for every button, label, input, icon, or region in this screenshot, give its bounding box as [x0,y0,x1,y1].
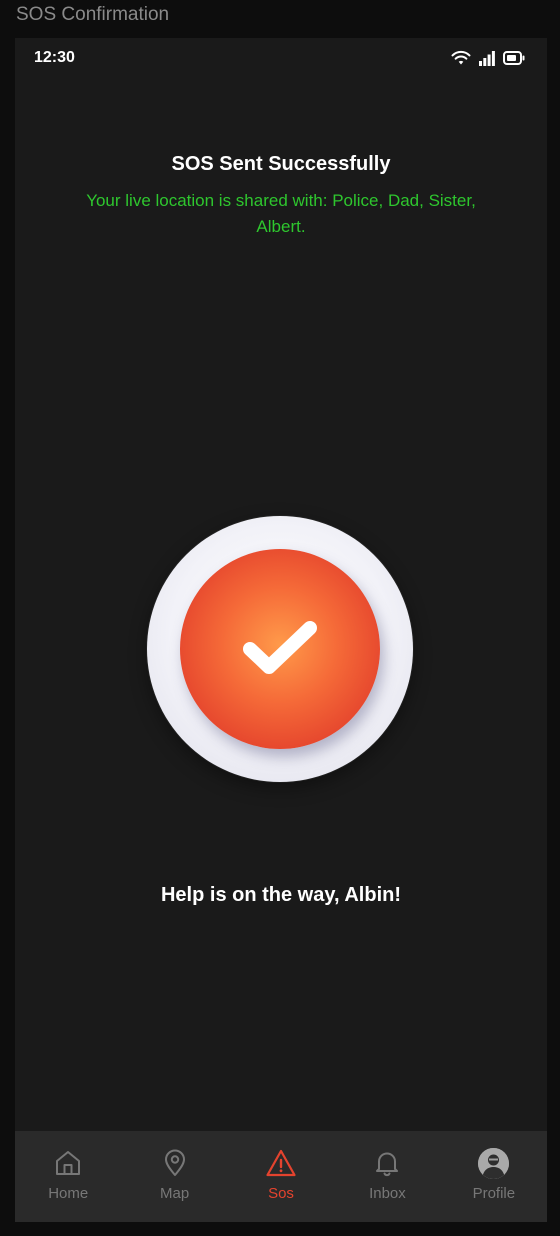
wifi-icon [451,50,471,66]
help-message: Help is on the way, Albin! [160,884,402,906]
status-icons [451,50,525,66]
window-title: SOS Confirmation [16,4,170,25]
nav-item-profile[interactable]: Profile [441,1131,547,1222]
home-icon [52,1147,84,1179]
map-pin-icon [159,1147,191,1179]
nav-item-home[interactable]: Home [15,1131,121,1222]
bell-icon [371,1147,403,1179]
sos-confirmation-badge [147,516,413,782]
warning-icon [265,1147,297,1179]
location-shared-message: Your live location is shared with: Polic… [86,191,476,236]
avatar [478,1147,510,1179]
status-time: 12:30 [34,49,75,66]
status-bar: 12:30 [15,38,547,80]
nav-label-sos: Sos [268,1185,294,1202]
nav-label-map: Map [160,1185,190,1202]
nav-label-home: Home [48,1185,89,1202]
battery-icon [503,51,525,65]
bottom-navigation: Home Map Sos Inbox Profile [15,1131,547,1222]
signal-icon [479,50,495,66]
page-title: SOS Sent Successfully [171,153,391,175]
checkmark-icon [238,615,322,684]
nav-label-inbox: Inbox [369,1185,406,1202]
nav-item-inbox[interactable]: Inbox [334,1131,440,1222]
nav-item-map[interactable]: Map [121,1131,227,1222]
nav-item-sos[interactable]: Sos [228,1131,334,1222]
nav-label-profile: Profile [472,1185,516,1202]
sos-success-circle [180,549,380,749]
phone-screen: 12:30 SOS Sent Successfully Your live lo… [15,38,547,1222]
